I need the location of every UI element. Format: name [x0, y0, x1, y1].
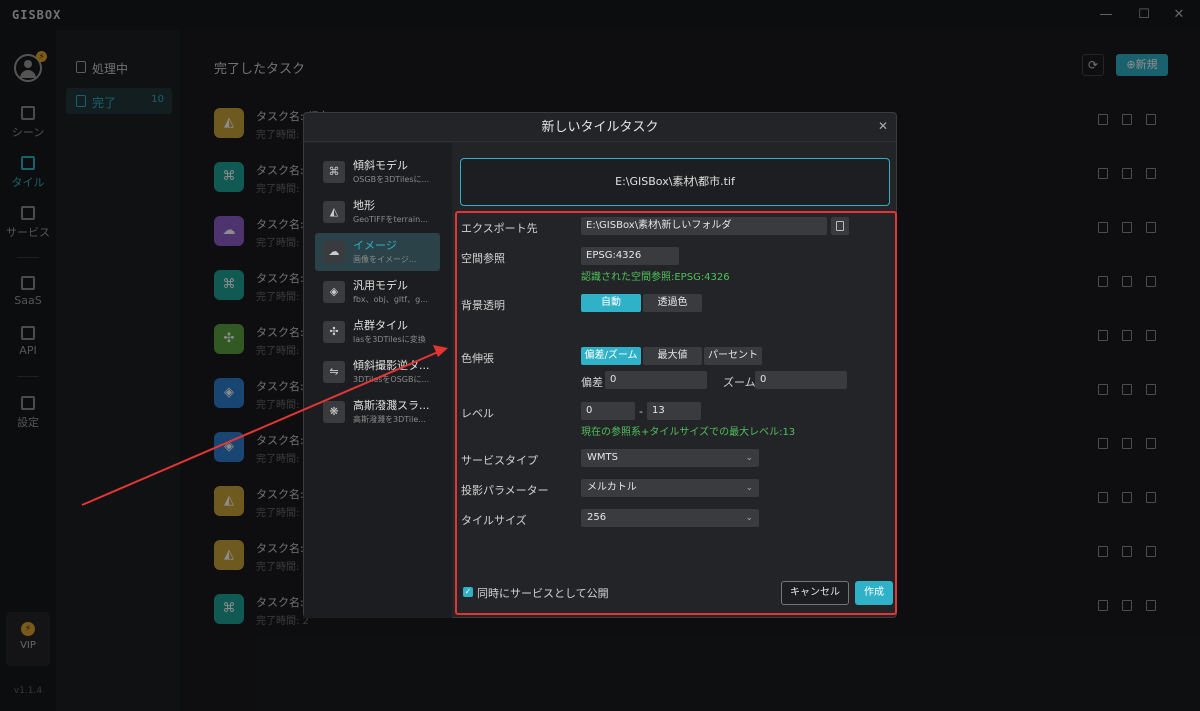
type-item-gaussian-splat[interactable]: ❋ 高斯潑濺スラ... 高斯潑濺を3DTile... — [315, 393, 440, 431]
type-desc: 画像をイメージ... — [353, 255, 417, 264]
type-item-terrain[interactable]: ◭ 地形 GeoTIFFをterrain... — [315, 193, 440, 231]
level-hint: 現在の参照系+タイルサイズでの最大レベル:13 — [581, 427, 796, 438]
settings-form: エクスポート先 E:\GISBox\素材\新しいフォルダ 空間参照 EPSG:4… — [455, 211, 897, 615]
image-icon: ☁ — [323, 241, 345, 263]
type-desc: OSGBを3DTilesに... — [353, 175, 430, 184]
stretch-percent-button[interactable]: パーセント — [704, 347, 762, 365]
type-desc: GeoTIFFをterrain... — [353, 215, 428, 224]
tile-size-select[interactable]: 256 ⌄ — [581, 509, 759, 527]
point-cloud-icon: ✣ — [323, 321, 345, 343]
type-name: 点群タイル — [353, 319, 408, 332]
export-path-input[interactable]: E:\GISBox\素材\新しいフォルダ — [581, 217, 827, 235]
bg-transparency-label: 背景透明 — [461, 299, 505, 312]
projection-label: 投影パラメーター — [461, 484, 549, 497]
folder-icon — [836, 221, 844, 231]
new-tile-task-dialog: 新しいタイルタスク ✕ ⌘ 傾斜モデル OSGBを3DTilesに... ◭ 地… — [303, 112, 897, 618]
chevron-down-icon: ⌄ — [745, 483, 753, 493]
gaussian-splat-icon: ❋ — [323, 401, 345, 423]
close-icon[interactable]: ✕ — [876, 119, 890, 133]
source-file-box[interactable]: E:\GISBox\素材\都市.tif — [460, 158, 890, 206]
service-type-value: WMTS — [587, 452, 618, 463]
color-stretch-label: 色伸張 — [461, 352, 494, 365]
bg-auto-button[interactable]: 自動 — [581, 294, 641, 312]
stretch-max-button[interactable]: 最大値 — [643, 347, 702, 365]
dialog-title: 新しいタイルタスク — [304, 113, 896, 142]
crs-hint: 認識された空間参照:EPSG:4326 — [581, 272, 730, 283]
oblique-model-icon: ⌘ — [323, 161, 345, 183]
level-label: レベル — [461, 407, 494, 420]
projection-value: メルカトル — [587, 482, 637, 493]
create-button[interactable]: 作成 — [855, 581, 893, 605]
deviation-label: 偏差 — [581, 376, 603, 389]
projection-select[interactable]: メルカトル ⌄ — [581, 479, 759, 497]
folder-browse-button[interactable] — [831, 217, 849, 235]
chevron-down-icon: ⌄ — [745, 453, 753, 463]
level-min-input[interactable]: 0 — [581, 402, 635, 420]
type-item-point-cloud[interactable]: ✣ 点群タイル lasを3DTilesに変換 — [315, 313, 440, 351]
crs-input[interactable]: EPSG:4326 — [581, 247, 679, 265]
cube-icon: ◈ — [323, 281, 345, 303]
type-name: 傾斜撮影逆タ... — [353, 359, 430, 372]
level-max-input[interactable]: 13 — [647, 402, 701, 420]
level-separator: - — [639, 405, 643, 418]
type-name: 傾斜モデル — [353, 159, 408, 172]
terrain-icon: ◭ — [323, 201, 345, 223]
type-desc: lasを3DTilesに変換 — [353, 335, 426, 344]
service-type-select[interactable]: WMTS ⌄ — [581, 449, 759, 467]
publish-label: 同時にサービスとして公開 — [477, 587, 609, 600]
type-name: 汎用モデル — [353, 279, 408, 292]
deviation-input[interactable]: 0 — [605, 371, 707, 389]
stretch-deviation-zoom-button[interactable]: 偏差/ズーム — [581, 347, 641, 365]
publish-checkbox[interactable]: ✓ — [463, 587, 473, 597]
chevron-down-icon: ⌄ — [745, 513, 753, 523]
type-item-oblique-reverse[interactable]: ⇋ 傾斜撮影逆タ... 3DTilesをOSGBに... — [315, 353, 440, 391]
type-name: 地形 — [353, 199, 375, 212]
type-item-oblique-model[interactable]: ⌘ 傾斜モデル OSGBを3DTilesに... — [315, 153, 440, 191]
type-desc: 高斯潑濺を3DTile... — [353, 415, 426, 424]
bg-transparent-color-button[interactable]: 透過色 — [643, 294, 702, 312]
type-desc: 3DTilesをOSGBに... — [353, 375, 430, 384]
type-name: 高斯潑濺スラ... — [353, 399, 430, 412]
tile-type-list: ⌘ 傾斜モデル OSGBを3DTilesに... ◭ 地形 GeoTIFFをte… — [304, 143, 452, 618]
cancel-button[interactable]: キャンセル — [781, 581, 849, 605]
tile-size-value: 256 — [587, 512, 607, 523]
type-name: イメージ — [353, 239, 397, 252]
reverse-icon: ⇋ — [323, 361, 345, 383]
zoom-input[interactable]: 0 — [755, 371, 847, 389]
zoom-label: ズーム — [723, 376, 756, 389]
type-desc: fbx、obj、gltf、g... — [353, 295, 428, 304]
type-item-general-model[interactable]: ◈ 汎用モデル fbx、obj、gltf、g... — [315, 273, 440, 311]
crs-label: 空間参照 — [461, 252, 505, 265]
tile-size-label: タイルサイズ — [461, 514, 527, 527]
export-label: エクスポート先 — [461, 222, 538, 235]
type-item-image[interactable]: ☁ イメージ 画像をイメージ... — [315, 233, 440, 271]
service-type-label: サービスタイプ — [461, 454, 538, 467]
